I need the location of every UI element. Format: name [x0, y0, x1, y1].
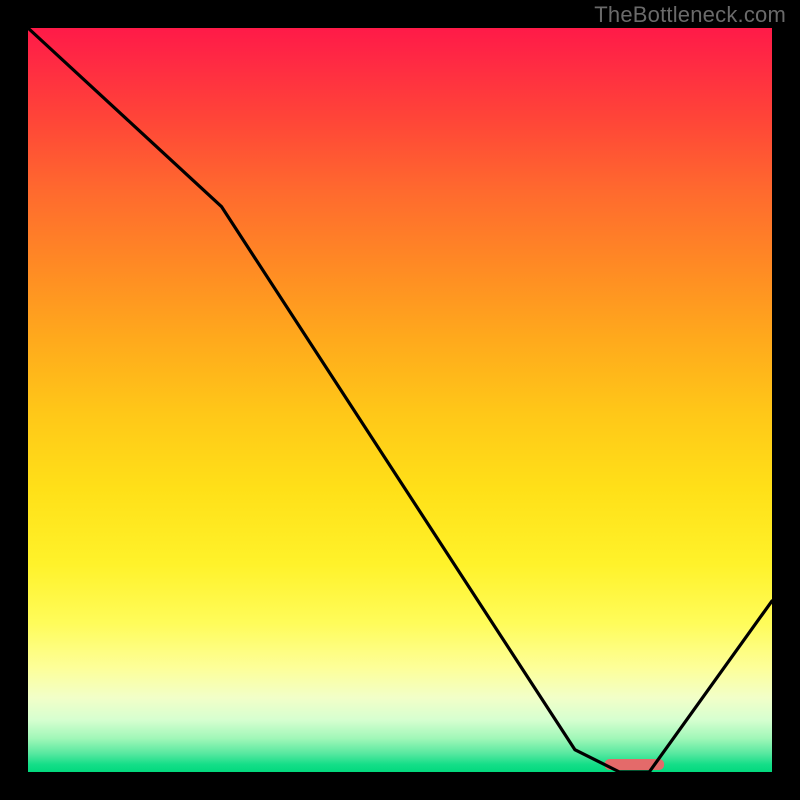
plot-area: [28, 28, 772, 772]
watermark-label: TheBottleneck.com: [594, 2, 786, 28]
curve-line: [28, 28, 772, 772]
chart-container: TheBottleneck.com: [0, 0, 800, 800]
chart-overlay: [28, 28, 772, 772]
